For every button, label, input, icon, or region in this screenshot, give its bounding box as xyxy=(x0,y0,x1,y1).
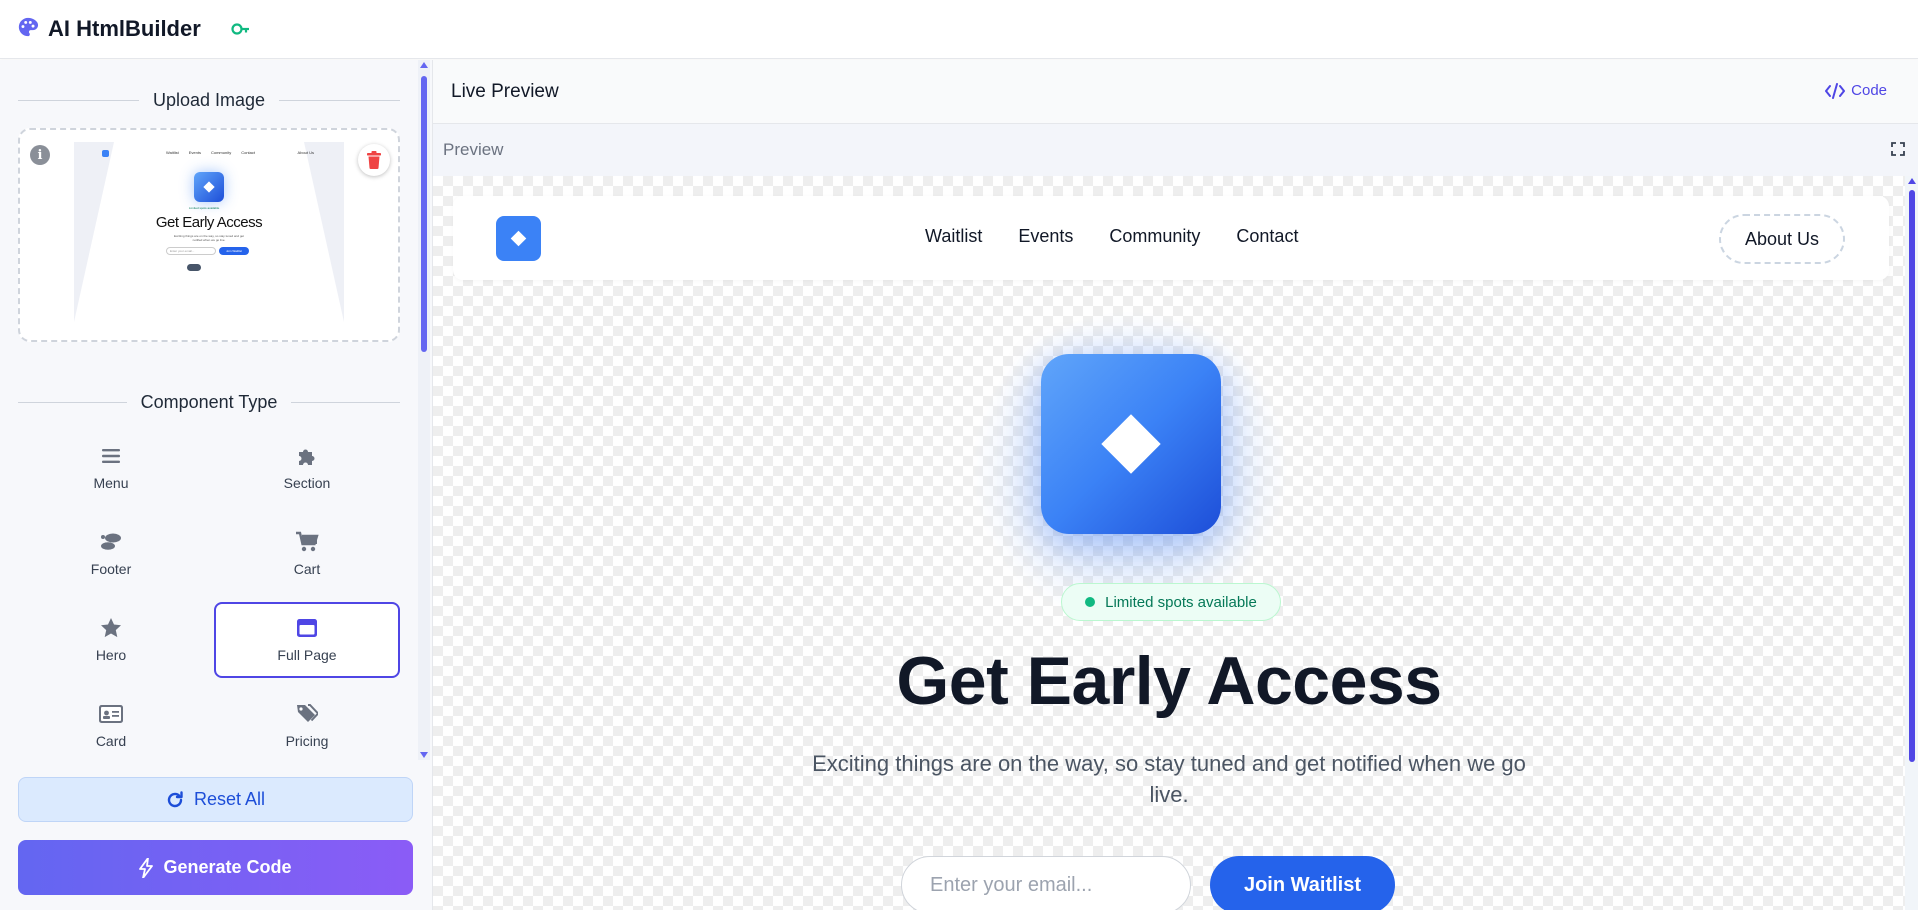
tags-icon xyxy=(296,703,318,725)
hero-diamond-icon xyxy=(1041,354,1221,534)
trash-icon xyxy=(367,151,381,169)
delete-image-button[interactable] xyxy=(358,144,390,176)
upload-title-text: Upload Image xyxy=(152,90,266,110)
sidebar-scroll-area: Upload Image i Waitlist Events Community… xyxy=(0,60,420,760)
component-footer[interactable]: Footer xyxy=(18,516,204,592)
bolt-icon xyxy=(139,857,154,878)
component-label: Pricing xyxy=(285,733,329,749)
component-label: Cart xyxy=(293,561,321,577)
reset-all-button[interactable]: Reset All xyxy=(18,777,413,822)
thumb-title: Get Early Access xyxy=(155,214,263,231)
star-icon xyxy=(100,617,122,639)
thumb-hero-icon xyxy=(194,172,224,202)
preview-site-navbar: Waitlist Events Community Contact About … xyxy=(453,196,1889,280)
component-title-text: Component Type xyxy=(140,392,278,412)
thumb-nav: Waitlist Events Community Contact xyxy=(166,150,255,155)
limited-spots-badge: Limited spots available xyxy=(1061,583,1281,621)
component-hero[interactable]: Hero xyxy=(18,602,204,678)
reset-icon xyxy=(167,790,183,807)
upload-section-title: Upload Image xyxy=(18,90,401,111)
component-cart[interactable]: Cart xyxy=(214,516,400,592)
component-label: Full Page xyxy=(277,647,337,663)
component-label: Section xyxy=(283,475,331,491)
thumb-nav-item: Contact xyxy=(241,150,256,155)
window-icon xyxy=(297,617,317,639)
thumb-input: Enter your email... xyxy=(166,247,216,255)
nav-link-contact[interactable]: Contact xyxy=(1236,226,1298,247)
component-label: Card xyxy=(95,733,127,749)
puzzle-icon xyxy=(296,445,318,467)
preview-scroll-up-arrow[interactable] xyxy=(1908,178,1916,184)
cart-icon xyxy=(295,531,319,553)
fullscreen-icon[interactable] xyxy=(1891,142,1905,161)
scroll-down-arrow[interactable] xyxy=(420,752,428,758)
component-section[interactable]: Section xyxy=(214,430,400,506)
app-header: AI HtmlBuilder xyxy=(0,0,1918,59)
preview-toolbar: Preview xyxy=(433,124,1918,176)
component-section-title: Component Type xyxy=(18,392,401,413)
palette-icon xyxy=(17,16,39,43)
sidebar-scroll-thumb[interactable] xyxy=(421,76,427,352)
hero-headline: Get Early Access xyxy=(896,643,1442,719)
id-card-icon xyxy=(99,703,123,725)
thumb-subtitle: Exciting things are on the way, so stay … xyxy=(174,234,244,242)
code-icon xyxy=(1825,82,1846,99)
site-logo[interactable] xyxy=(496,216,541,261)
live-preview-header: Live Preview Code xyxy=(433,60,1918,124)
email-input[interactable]: Enter your email... xyxy=(901,856,1191,910)
hero-subheadline: Exciting things are on the way, so stay … xyxy=(812,751,1526,807)
component-pricing[interactable]: Pricing xyxy=(214,688,400,760)
component-label: Menu xyxy=(93,475,129,491)
generate-label: Generate Code xyxy=(163,857,292,877)
join-waitlist-button[interactable]: Join Waitlist xyxy=(1210,856,1395,910)
component-card[interactable]: Card xyxy=(18,688,204,760)
key-icon[interactable] xyxy=(231,22,251,36)
upload-dropzone[interactable]: i Waitlist Events Community Contact Abou… xyxy=(18,128,400,342)
thumb-button: Join Waitlist xyxy=(219,247,249,255)
preview-label: Preview xyxy=(443,140,504,159)
preview-scrollbar[interactable] xyxy=(1905,176,1918,910)
sidebar: Upload Image i Waitlist Events Community… xyxy=(0,60,432,910)
thumb-nav-item: Waitlist xyxy=(166,150,179,155)
live-preview-title: Live Preview xyxy=(451,80,559,102)
menu-icon xyxy=(102,445,120,467)
sidebar-scrollbar[interactable] xyxy=(418,60,430,760)
thumb-nav-item: Community xyxy=(210,150,232,155)
app-title: AI HtmlBuilder xyxy=(48,16,201,41)
nav-link-events[interactable]: Events xyxy=(1018,226,1073,247)
uploaded-image-thumbnail: Waitlist Events Community Contact About … xyxy=(74,142,344,322)
reset-label: Reset All xyxy=(193,789,266,809)
thumb-about: About Us xyxy=(297,150,314,155)
status-dot xyxy=(1085,597,1096,607)
thumb-nav-item: Events xyxy=(188,150,201,155)
component-menu[interactable]: Menu xyxy=(18,430,204,506)
preview-scroll-thumb[interactable] xyxy=(1909,190,1915,762)
component-label: Footer xyxy=(90,561,132,577)
main-panel: Live Preview Code Preview Waitlist Event… xyxy=(432,60,1918,910)
code-label: Code xyxy=(1851,82,1887,99)
generate-code-button[interactable]: Generate Code xyxy=(18,840,413,895)
nav-link-waitlist[interactable]: Waitlist xyxy=(925,226,982,247)
nav-link-community[interactable]: Community xyxy=(1109,226,1200,247)
preview-canvas: Waitlist Events Community Contact About … xyxy=(433,176,1918,910)
thumb-avatars xyxy=(187,264,201,271)
site-nav-links: Waitlist Events Community Contact xyxy=(925,226,1298,247)
about-us-button[interactable]: About Us xyxy=(1719,214,1845,264)
thumb-logo xyxy=(102,150,109,157)
footprints-icon xyxy=(99,531,123,553)
thumb-badge: Limited spots available xyxy=(189,206,220,210)
component-label: Hero xyxy=(95,647,127,663)
info-icon[interactable]: i xyxy=(30,145,50,165)
component-full-page[interactable]: Full Page xyxy=(214,602,400,678)
code-view-button[interactable]: Code xyxy=(1825,82,1887,99)
badge-text: Limited spots available xyxy=(1105,593,1257,611)
scroll-up-arrow[interactable] xyxy=(420,62,428,68)
